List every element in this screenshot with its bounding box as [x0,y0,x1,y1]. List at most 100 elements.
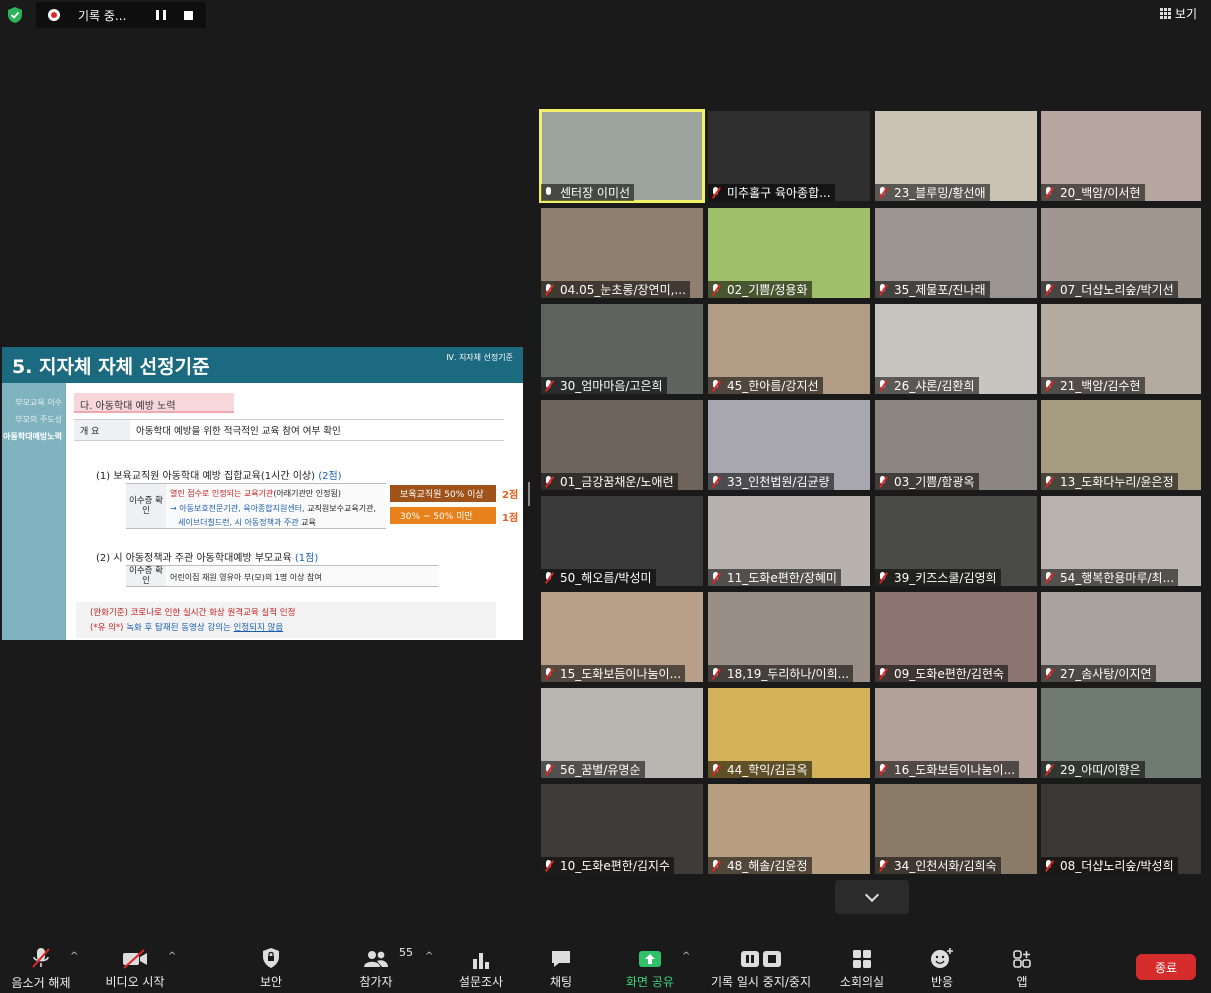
participant-name: 11_도화e편한/장혜미 [727,571,837,585]
participant-name: 27_솜사탕/이지연 [1060,667,1152,681]
criterion-2-text: (2) 시 아동정책과 주관 아동학대예방 부모교육 [96,553,292,564]
participant-tile[interactable]: 27_솜사탕/이지연 [1041,592,1201,682]
share-screen-button[interactable]: 화면 공유 [622,946,678,990]
unmute-button[interactable]: 음소거 해제 [8,946,74,990]
participant-tile[interactable]: 26_샤론/김환희 [875,304,1037,394]
participant-tile[interactable]: 13_도화다누리/윤은정 [1041,400,1201,490]
chat-bubble-icon [550,946,572,969]
participant-name-tag: 20_백암/이서현 [1041,184,1145,201]
panel-splitter-handle[interactable] [528,482,530,506]
participant-tile[interactable]: 센터장 이미선 [539,109,705,203]
participant-tile[interactable]: 21_백암/김수현 [1041,304,1201,394]
stop-recording-icon[interactable] [184,10,194,20]
recording-label: 기록 중... [78,8,127,23]
participant-tile[interactable]: 09_도화e편한/김현숙 [875,592,1037,682]
threshold-tag-2: 30% ~ 50% 미만 [390,507,496,524]
participant-tile[interactable]: 33_인천법원/김균량 [708,400,870,490]
participant-tile[interactable]: 10_도화e편한/김지수 [541,784,703,874]
view-button[interactable]: 보기 [1159,5,1197,22]
next-page-button[interactable] [835,880,909,914]
record-dot-icon [48,9,60,21]
participant-name: 39_키즈스쿨/김영희 [894,571,997,585]
participant-tile[interactable]: 16_도화보듬이나눔이... [875,688,1037,778]
start-video-button[interactable]: 비디오 시작 [102,946,168,990]
participant-tile[interactable]: 39_키즈스쿨/김영희 [875,496,1037,586]
participant-tile[interactable]: 29_아띠/이향은 [1041,688,1201,778]
participant-tile[interactable]: 54_행복한용마루/최... [1041,496,1201,586]
breakout-rooms-button[interactable]: 소회의실 [836,946,888,990]
participant-tile[interactable]: 미추홀구 육아종합... [708,111,870,201]
muted-mic-icon [878,379,888,392]
video-options-caret[interactable]: ^ [168,951,176,962]
overview-value: 아동학대 예방을 위한 적극적인 교육 참여 여부 확인 [136,426,341,437]
relief-note-line-1: (완화기준) 코로나로 인한 실시간 화상 원격교육 실적 인정 [90,608,296,618]
participant-name: 04.05_눈초롱/장연미,... [560,283,686,297]
security-shield-icon[interactable] [6,6,24,24]
chat-button[interactable]: 채팅 [546,946,576,990]
participant-tile[interactable]: 07_더샵노리숲/박기선 [1041,208,1201,298]
participant-name-tag: 04.05_눈초롱/장연미,... [541,281,690,298]
participant-name-tag: 33_인천법원/김균량 [708,473,834,490]
view-label: 보기 [1174,7,1197,21]
overview-row: 개 요 아동학대 예방을 위한 적극적인 교육 참여 여부 확인 [74,419,504,441]
participant-tile[interactable]: 44_학익/김금옥 [708,688,870,778]
muted-mic-icon [711,379,721,392]
participant-tile[interactable]: 23_블루밍/황선애 [875,111,1037,201]
participants-options-caret[interactable]: ^ [425,951,433,962]
pause-stop-recording-button[interactable]: 기록 일시 중지/중지 [706,946,816,990]
participant-tile[interactable]: 02_기쁨/정용화 [708,208,870,298]
polls-button[interactable]: 설문조사 [456,946,506,990]
participant-tile[interactable]: 03_기쁨/함광옥 [875,400,1037,490]
participant-tile[interactable]: 45_한아름/강지선 [708,304,870,394]
end-meeting-button[interactable]: 종료 [1136,954,1196,980]
poll-bar-chart-icon [472,946,490,969]
slide-header: 5. 지자체 자체 선정기준 Ⅳ. 지자체 선정기준 [2,347,523,383]
share-screen-icon [638,946,662,969]
participant-name-tag: 26_샤론/김환희 [875,377,979,394]
participant-tile[interactable]: 20_백암/이서현 [1041,111,1201,201]
participant-tile[interactable]: 56_꿈별/유명순 [541,688,703,778]
pause-stop-icon [740,946,782,969]
shield-icon [261,946,281,969]
participant-tile[interactable]: 50_해오름/박성미 [541,496,703,586]
muted-mic-icon [878,186,888,199]
participant-tile[interactable]: 18,19_두리하나/이희... [708,592,870,682]
unmute-label: 음소거 해제 [11,976,71,990]
slide-box-title: 다. 아동학대 예방 노력 [74,393,234,413]
criterion-1-points: (2점) [318,471,342,482]
participant-name-tag: 10_도화e편한/김지수 [541,857,674,874]
reactions-button[interactable]: 반응 [926,946,958,990]
threshold-tag-1: 보육교직원 50% 이상 [390,485,496,502]
participant-name: 15_도화보듬이나눔이... [560,667,682,681]
shared-screen: 5. 지자체 자체 선정기준 Ⅳ. 지자체 선정기준 부모교육 이수 부모의 주… [2,347,523,640]
participant-name-tag: 23_블루밍/황선애 [875,184,990,201]
participant-name: 56_꿈별/유명순 [560,763,641,777]
participant-name: 26_샤론/김환희 [894,379,975,393]
participant-tile[interactable]: 15_도화보듬이나눔이... [541,592,703,682]
participant-tile[interactable]: 30_엄마마음/고은희 [541,304,703,394]
pause-recording-icon[interactable] [156,10,167,20]
muted-mic-icon [1044,763,1054,776]
score-1: 2점 [502,490,519,501]
muted-mic-icon [30,946,52,970]
participant-tile[interactable]: 35_제물포/진나래 [875,208,1037,298]
share-options-caret[interactable]: ^ [682,951,690,962]
participant-tile[interactable]: 01_금강꿈채운/노애련 [541,400,703,490]
muted-mic-icon [711,283,721,296]
muted-mic-icon [878,763,888,776]
muted-mic-icon [1044,571,1054,584]
participant-tile[interactable]: 34_인천서화/김희숙 [875,784,1037,874]
participant-tile[interactable]: 48_해솔/김윤정 [708,784,870,874]
criterion-1-text: (1) 보육교직원 아동학대 예방 집합교육(1시간 이상) [96,471,316,482]
muted-mic-icon [1044,667,1054,680]
audio-options-caret[interactable]: ^ [70,951,78,962]
participant-tile[interactable]: 04.05_눈초롱/장연미,... [541,208,703,298]
security-button[interactable]: 보안 [254,946,288,990]
participant-name: 18,19_두리하나/이희... [727,667,850,681]
participant-tile[interactable]: 08_더샵노리숲/박성희 [1041,784,1201,874]
participant-name-tag: 02_기쁨/정용화 [708,281,812,298]
apps-button[interactable]: 앱 [1010,946,1034,990]
participants-button[interactable]: 55 참가자 [356,946,413,990]
overview-key: 개 요 [74,420,130,440]
participant-tile[interactable]: 11_도화e편한/장혜미 [708,496,870,586]
